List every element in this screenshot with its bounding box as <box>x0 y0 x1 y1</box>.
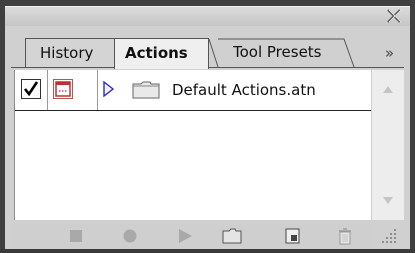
actions-toolbar <box>14 222 370 249</box>
vertical-scrollbar[interactable] <box>371 70 404 220</box>
checkmark-icon <box>23 81 39 97</box>
action-set-row[interactable]: Default Actions.atn <box>15 70 371 110</box>
action-set-name[interactable]: Default Actions.atn <box>172 70 316 110</box>
play-icon[interactable] <box>175 227 195 245</box>
actions-panel: History Actions Tool Presets » Default A… <box>0 0 415 253</box>
tab-history[interactable]: History <box>25 38 115 68</box>
tab-actions[interactable]: Actions <box>114 38 209 69</box>
right-border <box>410 0 415 253</box>
column-divider <box>47 70 48 110</box>
close-icon[interactable] <box>386 9 402 23</box>
dialog-toggle[interactable] <box>53 79 73 99</box>
scroll-down-icon[interactable] <box>382 196 394 206</box>
column-divider <box>97 70 98 110</box>
scroll-up-icon[interactable] <box>382 84 394 94</box>
actions-list[interactable]: Default Actions.atn <box>14 70 371 220</box>
include-checkbox[interactable] <box>21 79 41 99</box>
folder-icon <box>132 81 160 99</box>
tab-bar: History Actions Tool Presets » <box>11 38 404 69</box>
record-icon[interactable] <box>120 227 140 245</box>
tab-overflow-button[interactable]: » <box>385 44 394 62</box>
panel-titlebar[interactable] <box>5 6 410 26</box>
expand-triangle-icon[interactable] <box>102 81 114 97</box>
stop-icon[interactable] <box>66 227 86 245</box>
row-divider <box>15 110 371 111</box>
dialog-icon <box>55 81 71 97</box>
new-set-folder-icon[interactable] <box>222 227 242 245</box>
trash-icon[interactable] <box>335 227 355 245</box>
left-border <box>0 0 5 253</box>
resize-grip-icon[interactable] <box>376 223 402 249</box>
new-page-icon[interactable] <box>283 227 303 245</box>
bottom-border <box>0 249 415 253</box>
tab-tool-presets[interactable]: Tool Presets <box>233 38 353 68</box>
